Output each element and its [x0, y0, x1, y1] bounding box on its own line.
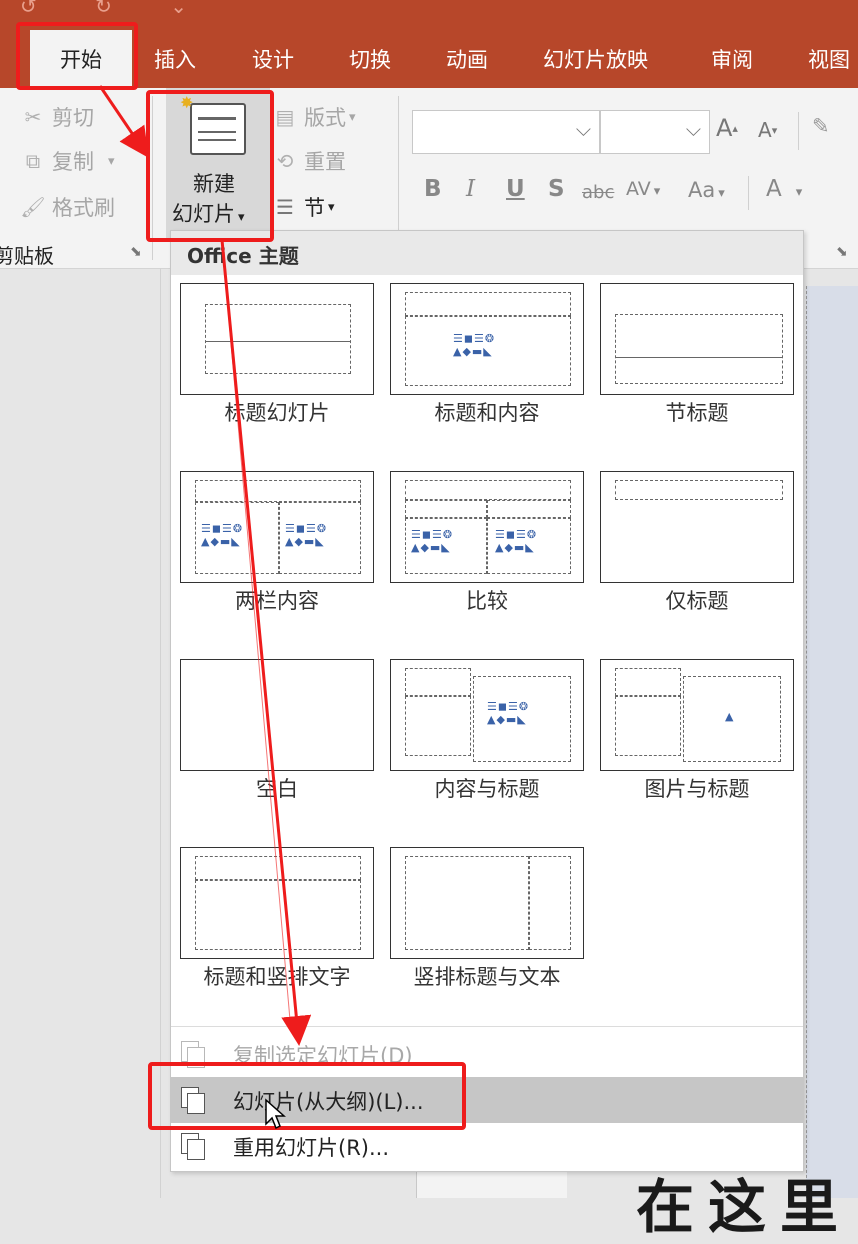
- section-icon: ☰: [276, 195, 294, 219]
- layout-button[interactable]: ▤ 版式 ▾: [272, 102, 356, 132]
- group-divider: [748, 176, 749, 210]
- grow-font-button[interactable]: A ▴: [716, 114, 738, 142]
- tab-view[interactable]: 视图: [808, 44, 850, 74]
- slide-text: 在这里: [636, 1173, 853, 1241]
- change-case-button[interactable]: Aa ▾: [688, 178, 725, 202]
- paintbrush-icon: 🖌: [20, 195, 46, 219]
- dialog-launcher-icon[interactable]: ⬊: [836, 244, 848, 260]
- layout-thumbnail: [600, 471, 794, 583]
- content-placeholder-icons: ☰◼☰❂ ▲◆▬◣: [201, 522, 244, 548]
- annotation-box-outline-item: [148, 1062, 466, 1130]
- tab-transitions[interactable]: 切换: [349, 44, 391, 74]
- text-shadow-button[interactable]: S: [548, 176, 565, 202]
- strikethrough-button[interactable]: abc: [582, 182, 614, 203]
- font-size-select[interactable]: ⌵: [600, 110, 710, 154]
- menu-divider: [171, 1026, 803, 1027]
- group-divider: [798, 112, 799, 150]
- underline-button[interactable]: U: [506, 176, 525, 202]
- scissors-icon: ✂: [24, 105, 42, 129]
- reset-button[interactable]: ⟲ 重置: [272, 146, 346, 176]
- bold-button[interactable]: B: [424, 176, 442, 202]
- tab-slide-show[interactable]: 幻灯片放映: [543, 44, 648, 74]
- font-color-button[interactable]: A ▾: [766, 176, 802, 202]
- layout-thumbnail: [180, 659, 374, 771]
- cut-button[interactable]: ✂ 剪切: [20, 102, 94, 132]
- layout-thumbnail: ▲: [600, 659, 794, 771]
- tab-insert[interactable]: 插入: [154, 44, 196, 74]
- chevron-down-icon: ⌵: [575, 117, 591, 141]
- chevron-down-icon: ⌵: [685, 117, 701, 141]
- annotation-box-new-slide: [146, 90, 274, 242]
- dialog-launcher-icon[interactable]: ⬊: [130, 244, 142, 260]
- content-placeholder-icons: ☰◼☰❂ ▲◆▬◣: [487, 700, 530, 726]
- copy-icon: ⧉: [25, 149, 41, 173]
- reset-icon: ⟲: [276, 149, 294, 173]
- italic-button[interactable]: I: [466, 176, 475, 202]
- layout-thumbnail: ☰◼☰❂ ▲◆▬◣ ☰◼☰❂ ▲◆▬◣: [390, 471, 584, 583]
- quick-access-toolbar[interactable]: ↺ ↻ ⌄: [20, 0, 213, 18]
- reuse-slides-icon: [181, 1133, 205, 1160]
- picture-placeholder-icon: ▲: [725, 710, 735, 723]
- new-slide-dropdown-menu: Office 主题 标题幻灯片 ☰◼☰❂ ▲◆▬◣ 标题和内容 节标题 ☰◼☰❂ ▲…: [170, 230, 804, 1172]
- font-name-select[interactable]: ⌵: [412, 110, 600, 154]
- layout-thumbnail: ☰◼☰❂ ▲◆▬◣: [390, 659, 584, 771]
- layout-thumbnail: ☰◼☰❂ ▲◆▬◣ ☰◼☰❂ ▲◆▬◣: [180, 471, 374, 583]
- content-placeholder-icons: ☰◼☰❂ ▲◆▬◣: [453, 332, 496, 358]
- tab-review[interactable]: 审阅: [711, 44, 753, 74]
- character-spacing-button[interactable]: AV ▾: [626, 178, 660, 200]
- layout-thumbnail: [180, 283, 374, 395]
- content-placeholder-icons: ☰◼☰❂ ▲◆▬◣: [411, 528, 454, 554]
- slide-canvas[interactable]: [806, 286, 858, 1198]
- group-label-clipboard: 剪贴板: [0, 244, 54, 268]
- tab-animations[interactable]: 动画: [446, 44, 488, 74]
- layout-thumbnail: [600, 283, 794, 395]
- panel-divider: [160, 268, 161, 1198]
- copy-button[interactable]: ⧉ 复制 ▾: [20, 146, 115, 176]
- layout-thumbnail: ☰◼☰❂ ▲◆▬◣: [390, 283, 584, 395]
- section-button[interactable]: ☰ 节 ▾: [272, 192, 335, 222]
- layout-thumbnail: [180, 847, 374, 959]
- tab-design[interactable]: 设计: [252, 44, 294, 74]
- content-placeholder-icons: ☰◼☰❂ ▲◆▬◣: [495, 528, 538, 554]
- layout-icon: ▤: [275, 105, 295, 129]
- format-painter-button[interactable]: 🖌 格式刷: [20, 192, 115, 222]
- layout-thumbnail: [390, 847, 584, 959]
- shrink-font-button[interactable]: A ▾: [758, 118, 777, 142]
- annotation-box-home-tab: [16, 22, 138, 90]
- mouse-cursor-icon: [265, 1098, 286, 1130]
- content-placeholder-icons: ☰◼☰❂ ▲◆▬◣: [285, 522, 328, 548]
- clear-formatting-icon[interactable]: ✎: [812, 114, 830, 138]
- status-strip: [416, 1170, 567, 1198]
